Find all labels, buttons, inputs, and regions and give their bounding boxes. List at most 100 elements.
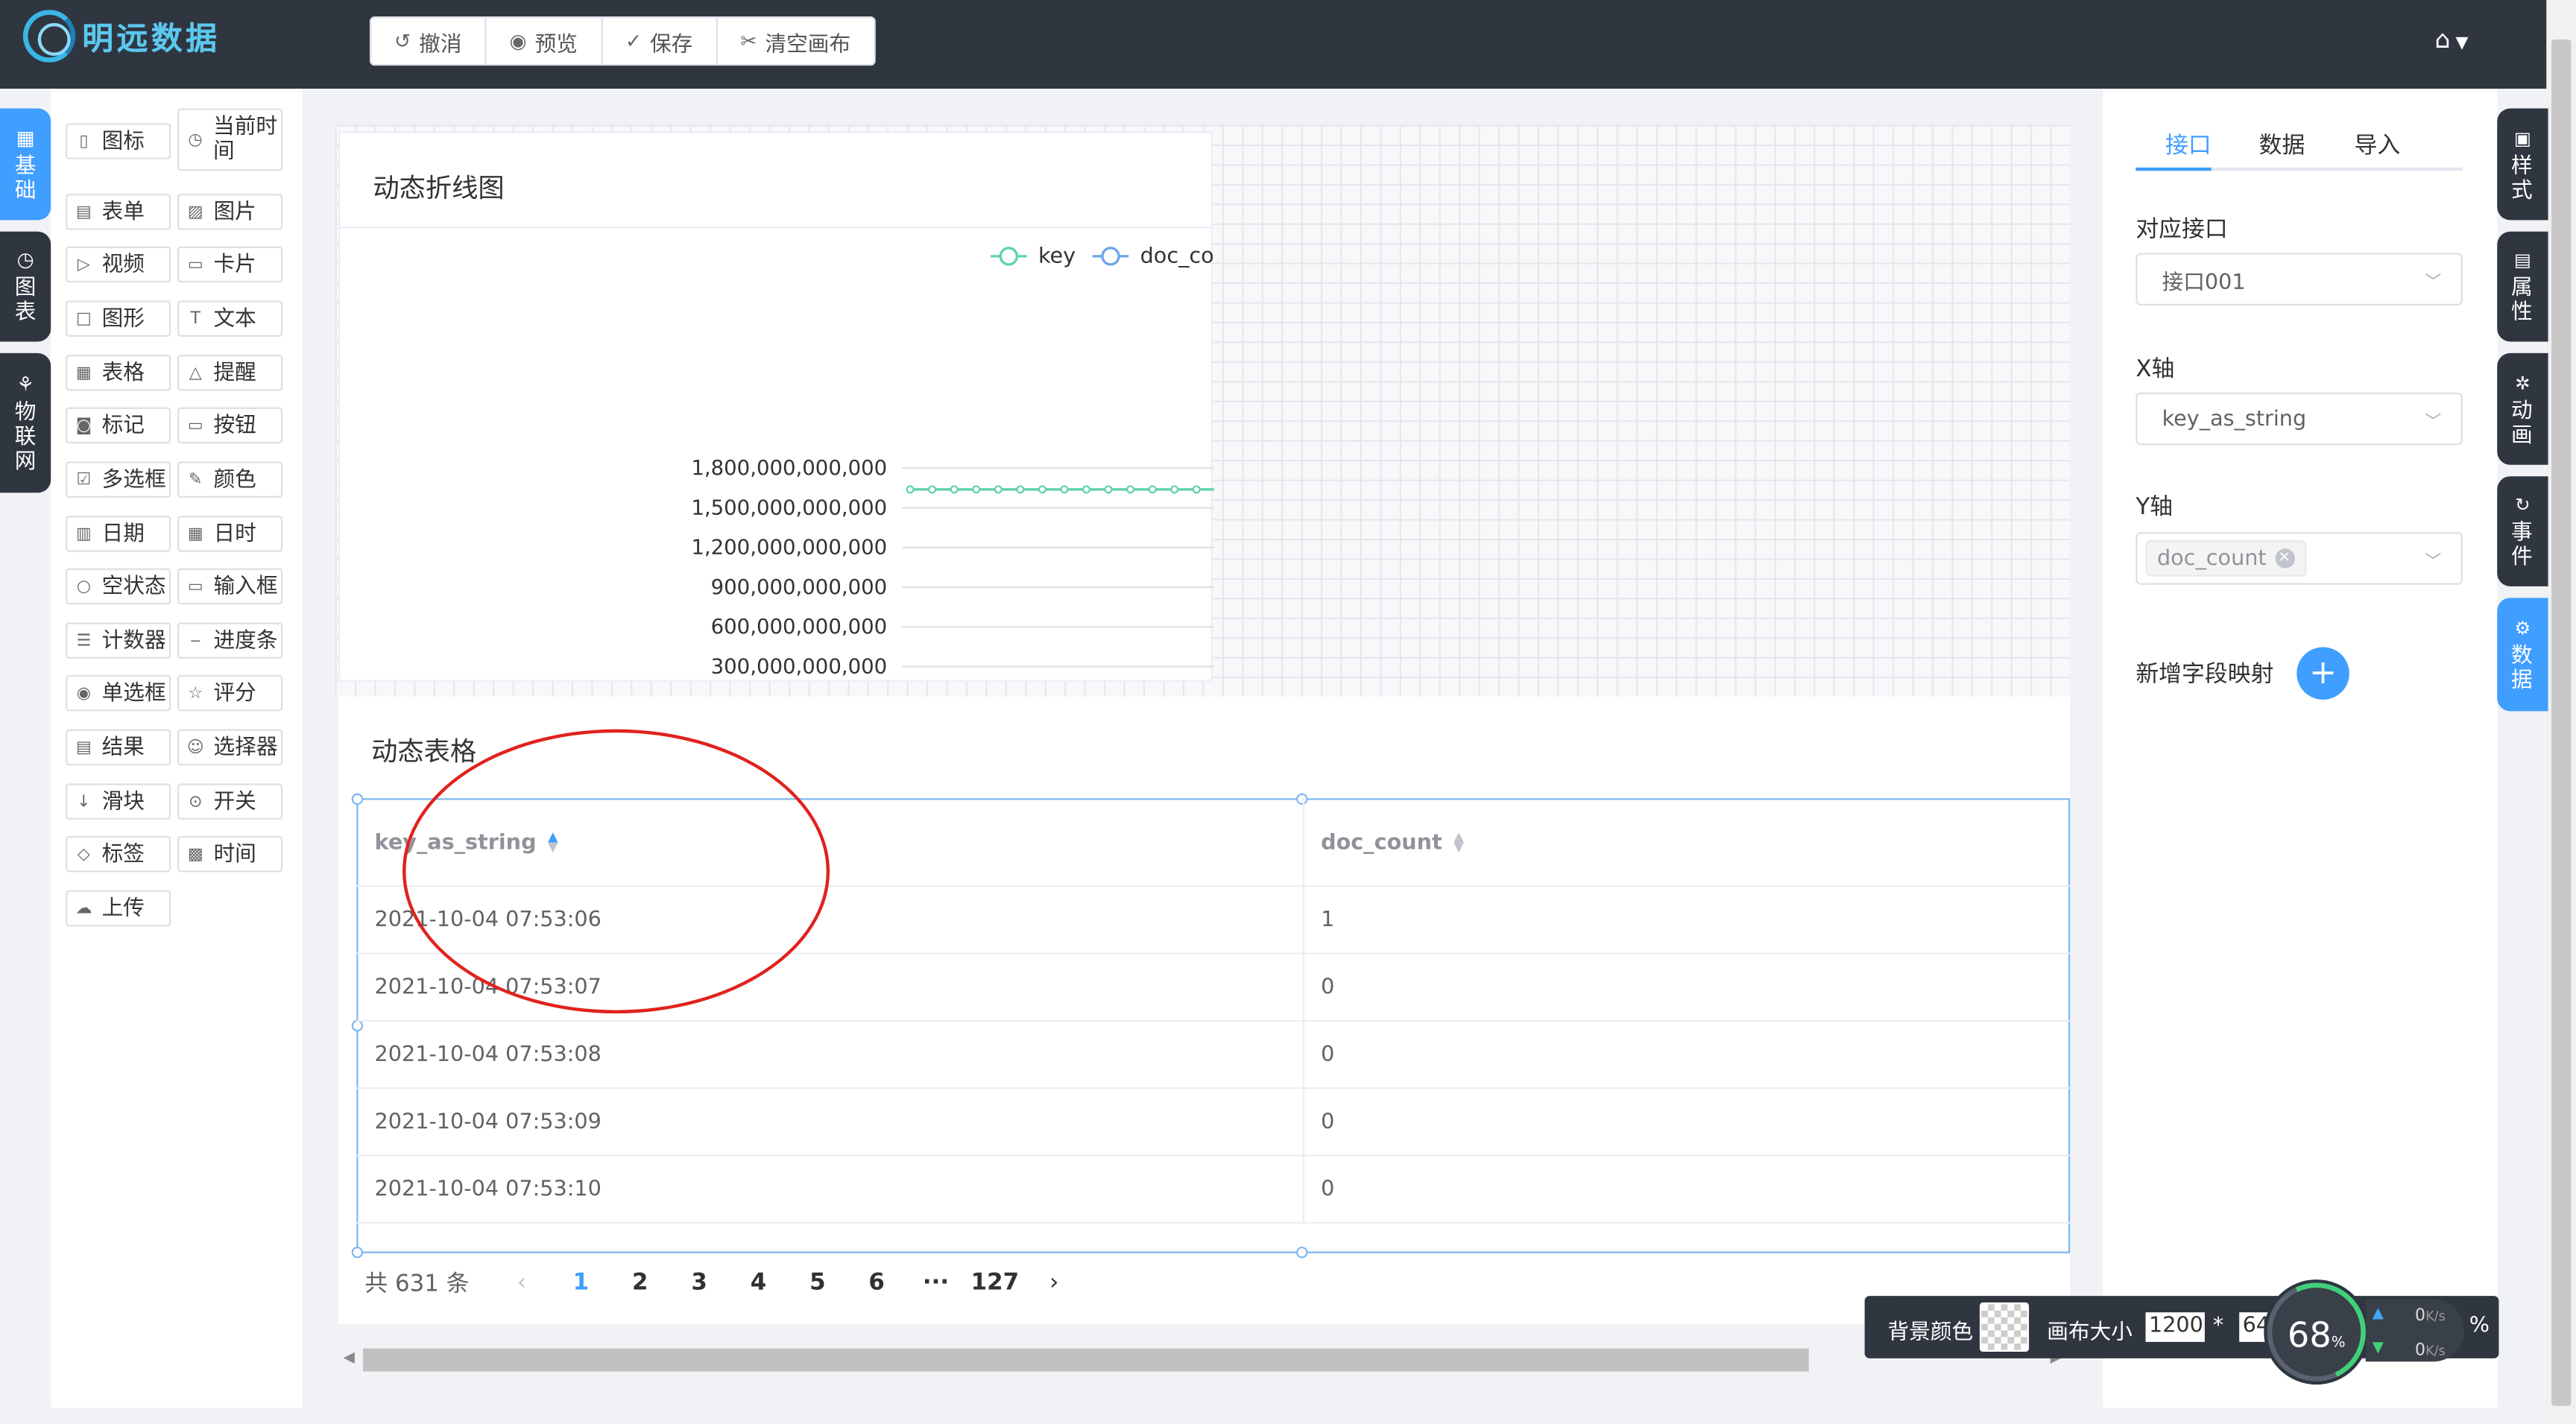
panel-tab-data[interactable]: ⚙ 数据 <box>2497 598 2548 712</box>
component-table[interactable]: ▦ 表格 <box>66 355 171 391</box>
page-button[interactable]: 4 <box>729 1270 788 1296</box>
component-time[interactable]: ▩ 时间 <box>177 835 283 873</box>
component-input[interactable]: ▭ 输入框 <box>177 568 283 605</box>
data-point[interactable] <box>1060 485 1069 494</box>
prev-page-button[interactable]: ‹ <box>492 1270 551 1296</box>
component-label[interactable]: ◇ 标签 <box>66 835 171 873</box>
table-row[interactable]: 2021-10-04 07:53:10 0 <box>356 1156 2071 1224</box>
table-row[interactable]: 2021-10-04 07:53:08 0 <box>356 1022 2071 1089</box>
component-image[interactable]: ▨ 图片 <box>177 194 283 230</box>
category-tab-basic[interactable]: ▦ 基础 <box>0 108 51 221</box>
component-progress[interactable]: ‒ 进度条 <box>177 622 283 659</box>
component-datetime[interactable]: ▦ 日时 <box>177 516 283 552</box>
component-rate[interactable]: ☆ 评分 <box>177 674 283 712</box>
data-point[interactable] <box>1038 485 1046 494</box>
component-color[interactable]: ✎ 颜色 <box>177 461 283 498</box>
chevron-down-icon: ﹀ <box>2425 553 2442 572</box>
page-button[interactable]: 5 <box>788 1270 847 1296</box>
bg-color-picker[interactable] <box>1979 1302 2030 1352</box>
component-result[interactable]: ▤ 结果 <box>66 729 171 766</box>
panel-tab-style[interactable]: ▣ 样式 <box>2497 108 2548 221</box>
tab-data[interactable]: 数据 <box>2259 128 2305 161</box>
add-mapping-button[interactable]: + <box>2296 647 2349 700</box>
component-tag[interactable]: ◙ 标记 <box>66 407 171 444</box>
tag-icon: ◙ <box>75 416 92 435</box>
line-chart-widget[interactable]: 动态折线图 keydoc_count0300,000,000,000600,00… <box>338 131 1214 682</box>
pagination-total: 共 631 条 <box>364 1271 470 1298</box>
page-button[interactable]: 1 <box>552 1270 610 1296</box>
tag-close-icon[interactable]: ✕ <box>2274 548 2295 569</box>
x-axis-select[interactable]: key_as_string ﹀ <box>2135 392 2463 446</box>
page-button[interactable]: 2 <box>610 1270 669 1296</box>
component-label: 表格 <box>101 360 145 385</box>
page-button[interactable]: 6 <box>847 1270 906 1296</box>
resize-handle[interactable] <box>351 1246 364 1259</box>
component-card[interactable]: ▭ 卡片 <box>177 246 283 283</box>
data-point[interactable] <box>1104 485 1113 494</box>
component-icon[interactable]: ▯ 图标 <box>66 123 171 159</box>
save-button[interactable]: ✓ 保存 <box>602 18 718 64</box>
component-label: 文本 <box>213 306 256 332</box>
datetime-icon: ▦ <box>187 525 203 543</box>
page-scrollbar-thumb[interactable] <box>2551 39 2572 1406</box>
home-menu[interactable]: ⌂ ▼ <box>2434 25 2468 54</box>
tab-import[interactable]: 导入 <box>2354 128 2400 161</box>
category-label: 物联网 <box>14 399 37 474</box>
data-point[interactable] <box>928 485 937 494</box>
data-point[interactable] <box>906 485 915 494</box>
component-alert[interactable]: △ 提醒 <box>177 355 283 391</box>
clear-canvas-button[interactable]: ✂ 清空画布 <box>717 18 874 64</box>
canvas-hscrollbar[interactable]: ◀ ▶ <box>337 1347 2070 1373</box>
data-point[interactable] <box>1082 485 1090 494</box>
legend-item[interactable]: key <box>991 243 1076 268</box>
resize-handle[interactable] <box>351 793 364 806</box>
undo-button[interactable]: ↺ 撤消 <box>371 18 487 64</box>
component-text[interactable]: T 文本 <box>177 300 283 337</box>
page-button[interactable]: ··· <box>906 1270 965 1296</box>
component-slider[interactable]: ↓ 滑块 <box>66 783 171 820</box>
component-counter[interactable]: ☰ 计数器 <box>66 622 171 659</box>
component-form[interactable]: ▤ 表单 <box>66 194 171 230</box>
api-label: 对应接口 <box>2135 216 2228 244</box>
y-axis-select[interactable]: doc_count ✕ ﹀ <box>2135 532 2463 585</box>
data-point[interactable] <box>994 485 1003 494</box>
data-point[interactable] <box>1192 485 1201 494</box>
legend-item[interactable]: doc_count <box>1092 243 1214 268</box>
component-video[interactable]: ▷ 视频 <box>66 246 171 283</box>
tab-active-indicator <box>2135 167 2212 171</box>
component-date[interactable]: ▥ 日期 <box>66 516 171 552</box>
next-page-button[interactable]: › <box>1025 1270 1084 1296</box>
component-switch[interactable]: ⊙ 开关 <box>177 783 283 820</box>
category-tab-chart[interactable]: ◷ 图表 <box>0 231 51 342</box>
scroll-left-icon[interactable]: ◀ <box>344 1350 355 1367</box>
data-point[interactable] <box>1126 485 1135 494</box>
data-point[interactable] <box>950 485 959 494</box>
component-radio[interactable]: ◉ 单选框 <box>66 674 171 712</box>
category-tab-iot[interactable]: ⚘ 物联网 <box>0 352 51 493</box>
preview-button[interactable]: ◉ 预览 <box>487 18 602 64</box>
data-point[interactable] <box>1170 485 1179 494</box>
resize-handle[interactable] <box>1296 793 1308 806</box>
page-button[interactable]: 3 <box>669 1270 728 1296</box>
data-point[interactable] <box>1016 485 1025 494</box>
component-upload[interactable]: ☁ 上传 <box>66 890 171 927</box>
data-point[interactable] <box>972 485 981 494</box>
canvas-hscrollbar-thumb[interactable] <box>363 1348 1809 1372</box>
component-empty[interactable]: ○ 空状态 <box>66 568 171 605</box>
page-scrollbar[interactable] <box>2546 0 2576 1424</box>
panel-tab-event[interactable]: ↻ 事件 <box>2497 476 2548 586</box>
panel-tab-animation[interactable]: ✲ 动画 <box>2497 352 2548 465</box>
component-clock[interactable]: ◷ 当前时间 <box>177 108 283 171</box>
panel-tab-property[interactable]: ▤ 属性 <box>2497 231 2548 342</box>
data-point[interactable] <box>1148 485 1157 494</box>
component-button[interactable]: ▭ 按钮 <box>177 407 283 444</box>
component-checkbox[interactable]: ☑ 多选框 <box>66 461 171 498</box>
tab-interface[interactable]: 接口 <box>2165 128 2212 161</box>
canvas-width-input[interactable]: 1200 <box>2145 1312 2205 1342</box>
component-picker[interactable]: ☺ 选择器 <box>177 729 283 766</box>
resize-handle[interactable] <box>1296 1246 1308 1259</box>
table-row[interactable]: 2021-10-04 07:53:09 0 <box>356 1089 2071 1156</box>
page-button[interactable]: 127 <box>965 1270 1024 1296</box>
component-shape[interactable]: □ 图形 <box>66 300 171 337</box>
api-select[interactable]: 接口001 ﹀ <box>2135 253 2463 306</box>
